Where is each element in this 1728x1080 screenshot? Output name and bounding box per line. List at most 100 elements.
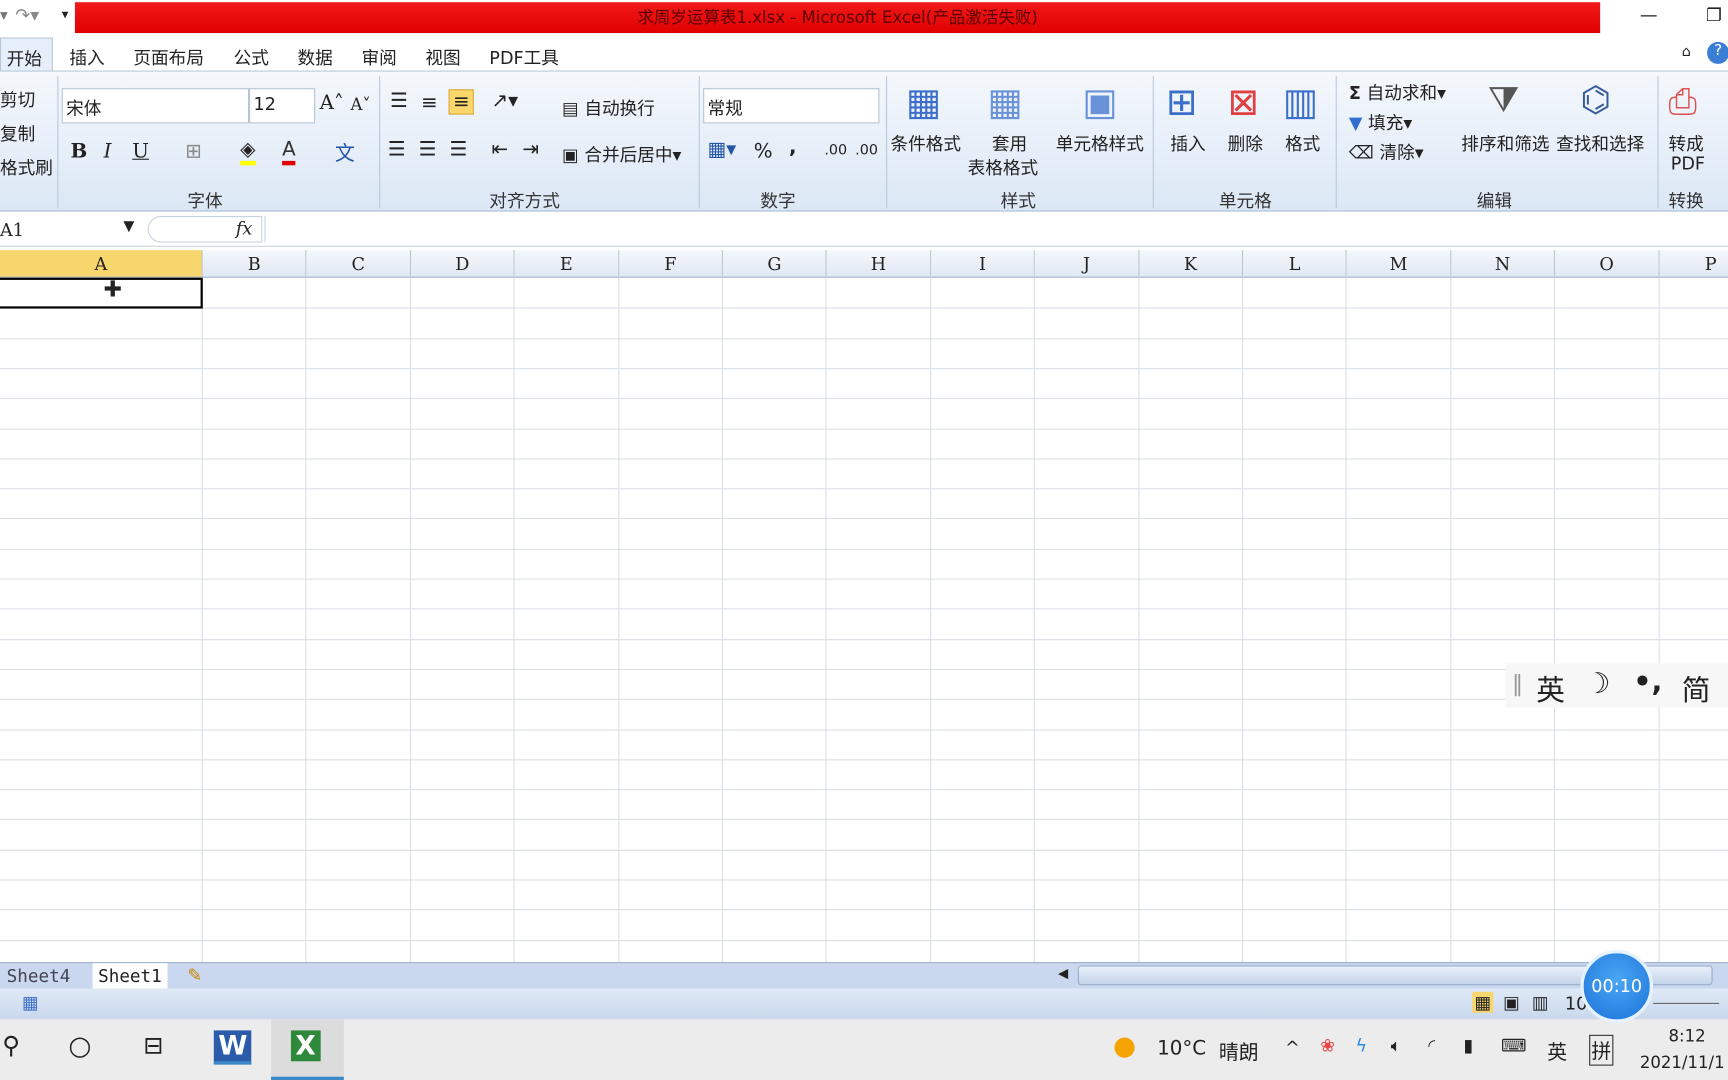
customize-qat-icon[interactable]: ▾ [62, 7, 69, 22]
percent-button[interactable]: % [754, 140, 773, 163]
insert-cells-icon[interactable]: ⊞ [1166, 80, 1197, 124]
collapse-ribbon-icon[interactable]: ⌂ [1682, 44, 1691, 61]
formula-input[interactable] [264, 215, 1728, 243]
recording-timer[interactable]: 00:10 [1580, 949, 1654, 1023]
cortana-icon[interactable]: ○ [68, 1030, 91, 1061]
copy-button[interactable]: 复制 [0, 119, 35, 145]
column-header-e[interactable]: E [514, 250, 619, 278]
page-layout-view-icon[interactable]: ▣ [1503, 992, 1520, 1013]
align-bottom-icon[interactable]: ≡ [448, 89, 474, 115]
ime-language-indicator[interactable]: 英 [1547, 1037, 1567, 1066]
column-header-m[interactable]: M [1347, 250, 1452, 278]
tray-bolt-icon[interactable]: ϟ [1356, 1035, 1368, 1056]
align-right-icon[interactable]: ☰ [450, 138, 468, 161]
format-cells-icon[interactable]: ▥ [1283, 80, 1318, 124]
tab-insert[interactable]: 插入 [69, 43, 104, 69]
column-header-p[interactable]: P [1659, 250, 1728, 278]
excel-taskbar-button[interactable]: X [271, 1019, 344, 1080]
cell-styles-button[interactable]: 单元格样式 [1056, 129, 1144, 155]
currency-icon[interactable]: ▦▾ [708, 138, 737, 161]
column-header-k[interactable]: K [1139, 250, 1244, 278]
column-header-i[interactable]: I [931, 250, 1036, 278]
conditional-format-button[interactable]: 条件格式 [890, 129, 961, 155]
battery-icon[interactable]: ▮ [1464, 1035, 1474, 1056]
page-break-view-icon[interactable]: ▥ [1532, 992, 1549, 1013]
sort-filter-icon[interactable]: ⧩ [1488, 78, 1519, 121]
tab-pdf-tools[interactable]: PDF工具 [489, 43, 559, 69]
weather-temp[interactable]: 10°C [1157, 1037, 1206, 1060]
cell-styles-icon[interactable]: ▣ [1082, 80, 1117, 124]
minimize-button[interactable]: — [1640, 4, 1658, 25]
format-table-button[interactable]: 套用 [992, 129, 1027, 155]
merge-center-button[interactable]: ▣ 合并后居中▾ [562, 140, 681, 166]
font-name-select[interactable]: 宋体 [61, 88, 250, 124]
column-header-l[interactable]: L [1243, 250, 1348, 278]
clock-time[interactable]: 8:12 [1668, 1026, 1705, 1046]
convert-pdf-button[interactable]: 转成 [1668, 129, 1703, 155]
tab-view[interactable]: 视图 [425, 43, 460, 69]
fill-color-icon[interactable]: ◈ [240, 138, 256, 166]
keyboard-icon[interactable]: ⌨ [1501, 1035, 1526, 1056]
tab-review[interactable]: 审阅 [361, 43, 396, 69]
insert-function-button[interactable]: fx [236, 218, 252, 239]
find-select-button[interactable]: 查找和选择 [1556, 129, 1644, 155]
column-header-j[interactable]: J [1035, 250, 1140, 278]
normal-view-icon[interactable]: ▦ [1472, 991, 1494, 1013]
pdf-icon[interactable]: ⎙ [1668, 80, 1696, 123]
name-box-dropdown-icon[interactable]: ▼ [123, 218, 134, 235]
column-header-c[interactable]: C [306, 250, 411, 278]
redo-icon[interactable]: ↷▾ [15, 4, 39, 25]
sheet-tab-sheet1[interactable]: Sheet1 [92, 963, 168, 989]
phonetic-icon[interactable]: 文 [335, 138, 355, 167]
ime-mode-indicator[interactable]: 拼 [1589, 1034, 1614, 1066]
fill-button[interactable]: ▼ 填充▾ [1349, 108, 1412, 134]
tab-home[interactable]: 开始 [0, 37, 53, 71]
wrap-text-button[interactable]: ▤ 自动换行 [562, 94, 655, 120]
column-header-d[interactable]: D [410, 250, 515, 278]
zoom-slider[interactable] [1653, 1002, 1720, 1004]
selected-cell-a1[interactable] [0, 277, 203, 309]
align-top-icon[interactable]: ☰ [390, 89, 408, 112]
volume-icon[interactable]: 🔈︎ [1391, 1035, 1402, 1057]
column-header-o[interactable]: O [1555, 250, 1660, 278]
weather-desc[interactable]: 晴朗 [1219, 1037, 1259, 1066]
format-table-icon[interactable]: ▦ [987, 80, 1022, 124]
align-center-icon[interactable]: ☰ [419, 138, 437, 161]
ime-drag-handle[interactable]: ‖ [1512, 670, 1523, 696]
delete-cells-icon[interactable]: ⊠ [1228, 80, 1259, 124]
task-view-icon[interactable]: ⊟ [143, 1033, 163, 1061]
new-sheet-icon[interactable]: ✎ [187, 964, 202, 985]
comma-button[interactable]: , [789, 136, 797, 159]
shrink-font-icon[interactable]: A˅ [350, 95, 370, 115]
clock-date[interactable]: 2021/11/1 [1640, 1052, 1725, 1072]
align-middle-icon[interactable]: ≡ [421, 91, 438, 114]
increase-indent-icon[interactable]: ⇥ [522, 138, 539, 161]
wifi-icon[interactable]: ◜ [1428, 1035, 1435, 1056]
decrease-decimal-icon[interactable]: .00 [855, 142, 878, 159]
format-cells-button[interactable]: 格式 [1285, 129, 1320, 155]
tab-page-layout[interactable]: 页面布局 [133, 43, 204, 69]
tray-app-icon[interactable]: ❀ [1320, 1035, 1335, 1056]
border-icon[interactable]: ⊞ [185, 140, 202, 163]
tray-expand-icon[interactable]: ^ [1285, 1037, 1300, 1058]
undo-icon[interactable]: ▾ [0, 7, 8, 25]
ime-moon-icon[interactable]: ☽ [1585, 668, 1611, 701]
help-icon[interactable]: ? [1707, 41, 1728, 64]
column-header-f[interactable]: F [618, 250, 723, 278]
tab-data[interactable]: 数据 [298, 43, 333, 69]
ime-punct-icon[interactable]: •, [1633, 666, 1662, 699]
increase-decimal-icon[interactable]: .00 [824, 142, 847, 159]
insert-cells-button[interactable]: 插入 [1170, 129, 1205, 155]
column-header-b[interactable]: B [202, 250, 307, 278]
tab-formulas[interactable]: 公式 [234, 43, 269, 69]
column-header-a[interactable]: A [0, 250, 203, 278]
conditional-format-icon[interactable]: ▦ [906, 80, 941, 124]
macro-record-icon[interactable]: ▦ [22, 992, 39, 1013]
binoculars-icon[interactable]: ⌬ [1580, 78, 1611, 120]
number-format-select[interactable]: 常规 [703, 88, 880, 124]
clear-button[interactable]: ⌫ 清除▾ [1349, 138, 1424, 164]
column-header-g[interactable]: G [722, 250, 827, 278]
restore-button[interactable]: ❐ [1706, 4, 1722, 25]
font-color-icon[interactable]: A [282, 138, 296, 166]
column-header-h[interactable]: H [826, 250, 931, 278]
